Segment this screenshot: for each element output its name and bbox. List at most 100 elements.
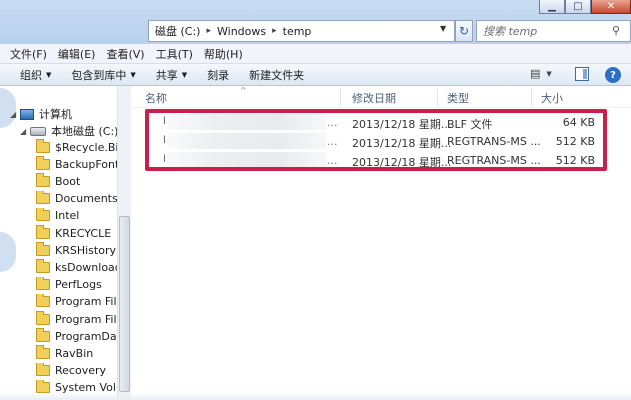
nav-folder-item[interactable]: Program Files [36, 293, 118, 310]
nav-folder-label: Recovery [55, 364, 107, 378]
column-name[interactable]: 名称 [145, 90, 167, 106]
nav-folder-label: Program Files [55, 295, 118, 309]
share-label: 共享 [155, 68, 178, 82]
computer-icon [20, 108, 34, 120]
nav-folder-item[interactable]: Intel [36, 207, 118, 224]
folder-icon [36, 362, 50, 377]
close-button[interactable]: ✕ [591, 0, 631, 14]
column-header: 名称 修改日期 类型 大小 [131, 86, 631, 108]
nav-item-label: 本地磁盘 (C:) [51, 125, 119, 138]
folder-icon [36, 259, 50, 273]
address-segment-drive[interactable]: 磁盘 (C:) [155, 23, 200, 39]
nav-item-computer[interactable]: ◢ 计算机 [10, 106, 72, 122]
nav-folder-label: Boot [55, 174, 81, 188]
search-icon[interactable]: ⚲ [612, 24, 620, 37]
burn-label: 刻录 [207, 68, 230, 82]
highlight-annotation [145, 109, 607, 171]
nav-folder-item[interactable]: ksDownloads [36, 259, 118, 275]
chevron-down-icon: ▼ [46, 70, 52, 79]
new-folder-button[interactable]: 新建文件夹 [249, 67, 304, 83]
chevron-right-icon[interactable]: ▸ [206, 26, 211, 36]
nav-folder-item[interactable]: Boot [36, 173, 118, 189]
nav-folder-label: Documents and [55, 192, 118, 206]
folder-icon [36, 190, 50, 205]
chevron-down-icon: ▼ [130, 70, 136, 79]
share-button[interactable]: 共享 ▼ [156, 67, 187, 83]
column-divider[interactable] [340, 88, 341, 106]
nav-folder-label: ksDownloads [55, 260, 118, 274]
folder-icon [36, 276, 50, 291]
collapse-icon[interactable]: ◢ [20, 127, 30, 136]
address-segment-windows[interactable]: Windows [217, 25, 266, 38]
organize-button[interactable]: 组织 ▼ [20, 67, 51, 83]
folder-icon [36, 345, 50, 359]
nav-item-label: 计算机 [39, 108, 72, 121]
nav-scrollbar[interactable] [117, 86, 131, 400]
nav-folder-item[interactable]: Program Files ( [36, 311, 118, 327]
menu-help[interactable]: 帮助(H) [204, 46, 243, 62]
search-placeholder: 搜索 temp [483, 25, 538, 38]
maximize-button[interactable]: □ [565, 0, 591, 14]
sort-ascending-icon: ^ [240, 86, 247, 95]
folder-icon [36, 242, 50, 256]
drive-icon [30, 126, 46, 136]
nav-folder-label: KRECYCLE [55, 226, 112, 240]
nav-folder-label: ProgramData [55, 329, 118, 343]
views-icon: ▤ [530, 67, 541, 80]
window-controls: ▁ □ ✕ [539, 0, 631, 14]
scrollbar-thumb[interactable] [119, 216, 130, 392]
search-input[interactable]: 搜索 temp ⚲ [476, 20, 631, 42]
nav-folder-item[interactable]: $Recycle.Bin [36, 139, 118, 155]
nav-folder-item[interactable]: BackupFonts [36, 156, 118, 172]
folder-icon [36, 225, 50, 239]
column-divider[interactable] [437, 88, 438, 106]
nav-folder-label: $Recycle.Bin [55, 140, 118, 154]
folder-icon [36, 207, 50, 222]
chevron-down-icon: ▼ [546, 69, 552, 78]
menu-tools[interactable]: 工具(T) [156, 46, 193, 62]
address-segment-temp[interactable]: temp [283, 25, 312, 38]
nav-folder-item[interactable]: Documents and [36, 190, 118, 207]
menu-edit[interactable]: 编辑(E) [58, 46, 96, 62]
preview-pane-icon[interactable] [575, 67, 589, 81]
folder-icon [36, 156, 50, 170]
address-dropdown-icon[interactable]: ▼ [440, 24, 446, 33]
nav-folder-label: KRSHistory [55, 243, 116, 257]
menu-view[interactable]: 查看(V) [106, 46, 144, 62]
new-folder-label: 新建文件夹 [249, 68, 305, 82]
nav-folder-item[interactable]: Recovery [36, 362, 118, 379]
column-type[interactable]: 类型 [447, 90, 469, 106]
chevron-right-icon[interactable]: ▸ [272, 26, 277, 36]
minimize-icon: ▁ [548, 0, 556, 12]
chevron-down-icon: ▼ [181, 70, 188, 79]
menu-bar: 文件(F) 编辑(E) 查看(V) 工具(T) 帮助(H) [0, 44, 631, 64]
include-in-library-label: 包含到库中 [71, 68, 127, 82]
refresh-icon: ↻ [458, 24, 470, 38]
nav-folder-item[interactable]: RavBin [36, 345, 118, 361]
organize-label: 组织 [20, 68, 42, 82]
refresh-button[interactable]: ↻ [455, 20, 473, 42]
collapse-icon[interactable]: ◢ [10, 110, 20, 119]
burn-button[interactable]: 刻录 [207, 67, 229, 83]
nav-folder-label: RavBin [55, 346, 94, 360]
nav-folder-label: BackupFonts [55, 157, 118, 171]
change-view-button[interactable]: ▤ ▼ [530, 67, 552, 80]
bottom-fade [0, 392, 631, 400]
folder-icon [36, 139, 50, 153]
nav-folder-label: Intel [55, 209, 80, 223]
column-divider[interactable] [531, 88, 532, 106]
nav-folder-item[interactable]: KRECYCLE [36, 225, 118, 241]
nav-item-local-disk[interactable]: ◢ 本地磁盘 (C:) [20, 123, 118, 139]
folder-icon [36, 311, 50, 325]
folder-icon [36, 328, 50, 342]
address-bar[interactable]: 磁盘 (C:) ▸ Windows ▸ temp [148, 20, 455, 42]
menu-file[interactable]: 文件(F) [10, 46, 47, 62]
nav-folder-item[interactable]: KRSHistory [36, 242, 118, 258]
column-size[interactable]: 大小 [541, 90, 563, 106]
column-modified[interactable]: 修改日期 [352, 90, 396, 106]
nav-folder-item[interactable]: ProgramData [36, 328, 118, 344]
minimize-button[interactable]: ▁ [539, 0, 565, 14]
help-button[interactable]: ? [605, 67, 621, 83]
include-in-library-button[interactable]: 包含到库中 ▼ [71, 67, 135, 83]
nav-folder-item[interactable]: PerfLogs [36, 276, 118, 293]
